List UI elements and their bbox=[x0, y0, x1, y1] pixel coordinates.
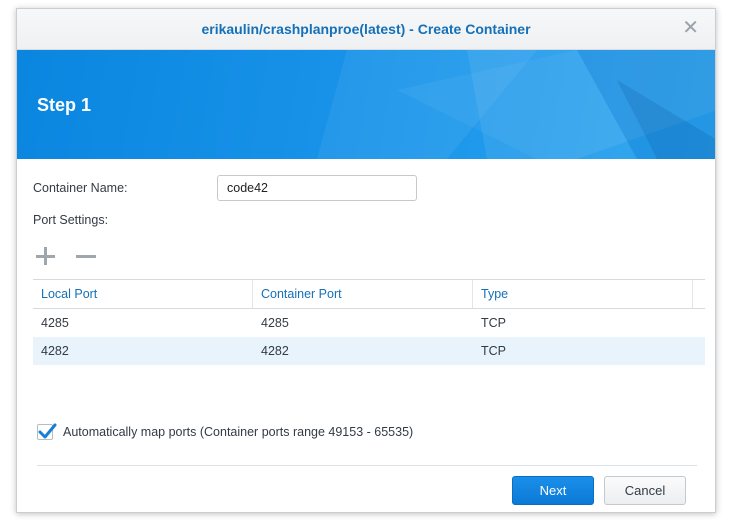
minus-icon[interactable] bbox=[75, 245, 97, 267]
dialog-titlebar[interactable]: erikaulin/crashplanproe(latest) - Create… bbox=[17, 9, 715, 50]
type-cell: TCP bbox=[481, 316, 506, 330]
container-name-label: Container Name: bbox=[33, 181, 128, 195]
table-header: Local Port Container Port Type bbox=[33, 280, 705, 309]
step-title: Step 1 bbox=[37, 95, 92, 115]
type-cell: TCP bbox=[481, 344, 506, 358]
container-port-cell: 4285 bbox=[261, 316, 289, 330]
auto-map-ports-checkbox[interactable] bbox=[37, 423, 57, 440]
next-button[interactable]: Next bbox=[512, 476, 594, 505]
container-port-cell: 4282 bbox=[261, 344, 289, 358]
local-port-cell: 4282 bbox=[41, 344, 69, 358]
port-settings-label: Port Settings: bbox=[33, 213, 109, 227]
step-banner: Step 1 bbox=[17, 50, 715, 159]
table-row[interactable]: 4282 4282 TCP bbox=[33, 337, 705, 365]
table-row[interactable]: 4285 4285 TCP bbox=[33, 309, 705, 337]
cancel-button[interactable]: Cancel bbox=[604, 476, 686, 505]
auto-map-ports-label[interactable]: Automatically map ports (Container ports… bbox=[63, 425, 413, 439]
local-port-cell: 4285 bbox=[41, 316, 69, 330]
column-header-container-port[interactable]: Container Port bbox=[253, 280, 473, 308]
column-header-local-port[interactable]: Local Port bbox=[33, 280, 253, 308]
footer-divider bbox=[37, 465, 697, 466]
close-icon[interactable]: ✕ bbox=[682, 18, 699, 38]
port-settings-table: Local Port Container Port Type 4285 4285… bbox=[33, 279, 705, 365]
checkmark-icon bbox=[38, 423, 57, 439]
banner-decoration bbox=[317, 50, 715, 159]
plus-icon[interactable] bbox=[34, 245, 56, 267]
create-container-dialog: erikaulin/crashplanproe(latest) - Create… bbox=[16, 8, 716, 513]
dialog-title: erikaulin/crashplanproe(latest) - Create… bbox=[201, 21, 531, 37]
column-header-type[interactable]: Type bbox=[473, 280, 693, 308]
container-name-input[interactable]: code42 bbox=[217, 175, 417, 201]
